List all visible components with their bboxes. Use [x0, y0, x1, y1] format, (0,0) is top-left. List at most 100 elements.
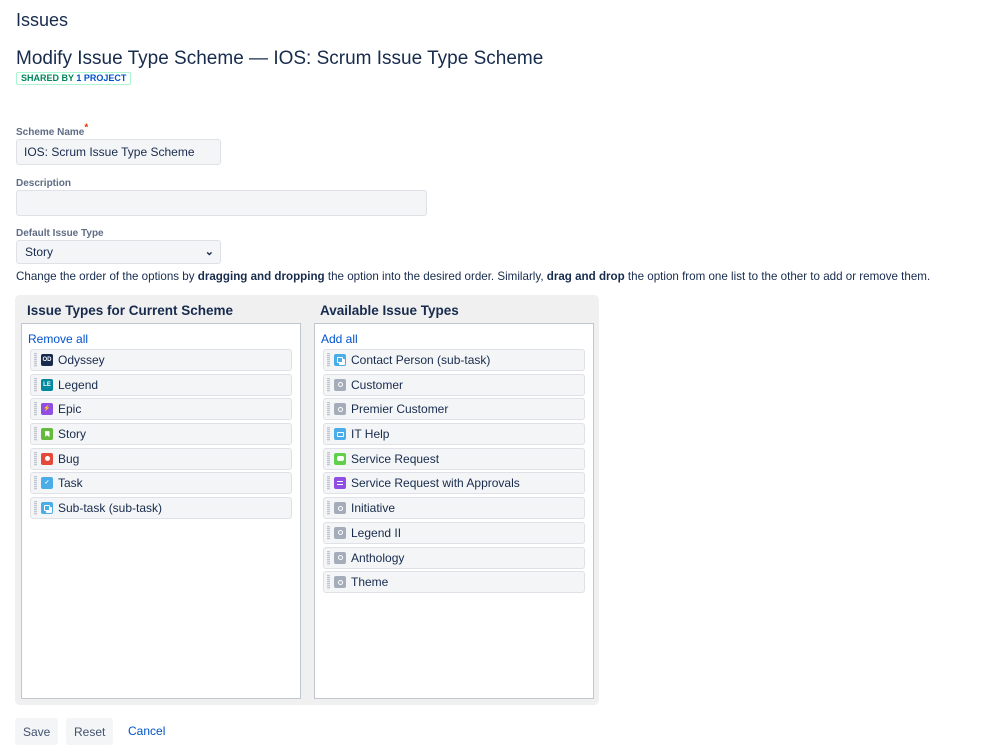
subtask-glyph	[337, 357, 343, 363]
circle-glyph	[337, 505, 343, 511]
legend-icon: LE	[41, 378, 53, 391]
issue-type-label: Sub-task (sub-task)	[58, 501, 163, 516]
issue-type-item[interactable]: Theme	[323, 571, 585, 594]
issue-type-item[interactable]: Service Request with Approvals	[323, 472, 585, 495]
issue-type-label: Legend	[58, 377, 99, 392]
shared-by-badge[interactable]: SHARED BY 1 PROJECT	[16, 72, 132, 85]
section-heading: Issues	[16, 10, 69, 30]
issue-type-item[interactable]: LE Legend	[30, 373, 292, 396]
current-scheme-list[interactable]: Remove all OD Odyssey LE Legend ⚡ Epic Story Bu…	[21, 323, 301, 699]
scheme-name-label: Scheme Name*	[16, 122, 89, 138]
chevron-down-icon: ⌄	[204, 246, 214, 258]
available-types-list[interactable]: Add all Contact Person (sub-task) Custome…	[314, 323, 594, 699]
scheme-name-input[interactable]	[16, 139, 221, 165]
drag-handle-icon[interactable]	[34, 451, 37, 466]
required-marker: *	[84, 122, 89, 134]
issue-type-label: Anthology	[351, 550, 405, 565]
subtask-glyph	[44, 505, 50, 512]
circle-glyph	[337, 530, 343, 536]
issue-type-lists-panel: Issue Types for Current Scheme Remove al…	[15, 295, 599, 705]
generic-issue-icon	[334, 378, 346, 391]
issue-type-label: Epic	[58, 402, 82, 417]
odyssey-icon: OD	[41, 354, 53, 366]
drag-handle-icon[interactable]	[34, 402, 37, 417]
drag-handle-icon[interactable]	[327, 550, 330, 565]
issue-type-label: Service Request	[351, 451, 440, 466]
issue-type-item[interactable]: ⚡ Epic	[30, 398, 292, 421]
description-label: Description	[16, 178, 72, 189]
generic-issue-icon	[334, 526, 346, 539]
drag-handle-icon[interactable]	[327, 451, 330, 466]
generic-issue-icon	[334, 502, 346, 515]
generic-issue-icon	[334, 576, 346, 589]
available-types-items: Contact Person (sub-task) Customer Premier…	[323, 349, 585, 594]
issue-type-label: Legend II	[351, 525, 402, 540]
monitor-glyph	[336, 431, 344, 437]
issue-type-item[interactable]: Bug	[30, 447, 292, 470]
bug-icon	[41, 452, 53, 465]
remove-all-link[interactable]: Remove all	[28, 332, 300, 346]
issue-type-label: Theme	[351, 575, 389, 590]
drag-handle-icon[interactable]	[34, 476, 37, 491]
approvals-icon	[334, 477, 346, 490]
issue-type-item[interactable]: Premier Customer	[323, 398, 585, 421]
drag-handle-icon[interactable]	[327, 353, 330, 367]
drag-handle-icon[interactable]	[34, 377, 37, 392]
chat-glyph	[336, 456, 344, 462]
issue-type-item[interactable]: IT Help	[323, 423, 585, 446]
add-all-link[interactable]: Add all	[321, 332, 593, 346]
current-scheme-items: OD Odyssey LE Legend ⚡ Epic Story Bug ✓ Task Sub-t…	[30, 349, 292, 520]
drag-drop-instructions: Change the order of the options by dragg…	[16, 270, 931, 283]
lines-glyph	[337, 481, 343, 486]
issue-type-label: Bug	[58, 451, 80, 466]
drag-handle-icon[interactable]	[34, 427, 37, 442]
circle-glyph	[337, 406, 343, 412]
issue-type-item[interactable]: Contact Person (sub-task)	[323, 349, 585, 371]
issue-type-item[interactable]: Legend II	[323, 521, 585, 544]
issue-type-item[interactable]: Initiative	[323, 497, 585, 520]
issue-type-label: IT Help	[351, 427, 390, 442]
issue-type-label: Contact Person (sub-task)	[351, 353, 491, 367]
issue-type-item[interactable]: Customer	[323, 373, 585, 396]
available-types-heading: Available Issue Types	[320, 303, 459, 318]
reset-button[interactable]: Reset	[66, 718, 114, 745]
issue-type-label: Customer	[351, 377, 404, 392]
drag-handle-icon[interactable]	[327, 427, 330, 442]
bookmark-glyph	[44, 431, 50, 438]
drag-handle-icon[interactable]	[34, 353, 37, 367]
bug-dot-glyph	[44, 456, 50, 462]
issue-type-item[interactable]: Story	[30, 423, 292, 446]
current-scheme-heading: Issue Types for Current Scheme	[27, 303, 234, 318]
drag-handle-icon[interactable]	[327, 377, 330, 392]
drag-handle-icon[interactable]	[327, 575, 330, 590]
default-issue-type-select[interactable]: Story ⌄	[16, 240, 221, 264]
default-issue-type-value: Story	[25, 245, 54, 259]
description-input[interactable]	[16, 190, 427, 216]
save-button[interactable]: Save	[15, 718, 59, 745]
issue-type-label: Service Request with Approvals	[351, 476, 520, 491]
shared-by-label: SHARED BY	[21, 73, 74, 83]
issue-type-item[interactable]: Anthology	[323, 546, 585, 569]
issue-type-item[interactable]: ✓ Task	[30, 472, 292, 495]
it-help-monitor-icon	[334, 428, 346, 441]
issue-type-item[interactable]: OD Odyssey	[30, 349, 292, 371]
issue-type-item[interactable]: Sub-task (sub-task)	[30, 497, 292, 520]
issue-type-label: Story	[58, 427, 87, 442]
issue-type-item[interactable]: Service Request	[323, 447, 585, 470]
drag-handle-icon[interactable]	[327, 525, 330, 540]
default-issue-type-label: Default Issue Type	[16, 228, 104, 239]
circle-glyph	[337, 555, 343, 560]
circle-glyph	[337, 579, 343, 585]
service-request-chat-icon	[334, 452, 346, 465]
current-scheme-column: Issue Types for Current Scheme Remove al…	[21, 295, 301, 699]
drag-handle-icon[interactable]	[327, 476, 330, 491]
drag-handle-icon[interactable]	[327, 402, 330, 417]
issue-type-label: Initiative	[351, 501, 396, 516]
story-bookmark-icon	[41, 428, 53, 441]
drag-handle-icon[interactable]	[34, 501, 37, 516]
available-types-column: Available Issue Types Add all Contact Pe…	[314, 295, 594, 699]
drag-handle-icon[interactable]	[327, 501, 330, 516]
shared-project-count: 1 PROJECT	[76, 73, 127, 83]
subtask-icon	[334, 354, 346, 366]
cancel-link[interactable]: Cancel	[128, 718, 165, 745]
